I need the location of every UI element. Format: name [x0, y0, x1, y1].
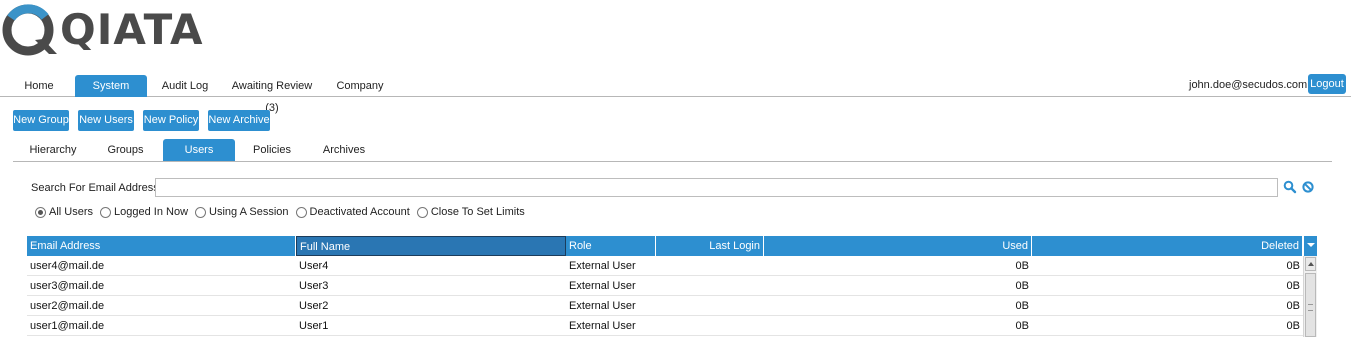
- cell-last-login: [656, 296, 764, 316]
- cell-deleted: 0B: [1286, 260, 1300, 272]
- filter-label: Using A Session: [209, 206, 289, 218]
- search-icon[interactable]: [1283, 180, 1297, 194]
- brand-wordmark: QIATA: [60, 5, 204, 54]
- new-policy-button[interactable]: New Policy: [143, 110, 199, 131]
- tab-awaiting-review[interactable]: Awaiting Review (3): [224, 75, 320, 114]
- scroll-thumb[interactable]: [1305, 273, 1316, 337]
- cell-full-name: User2: [299, 300, 329, 312]
- cell-email: user2@mail.de: [30, 300, 105, 312]
- cell-used: 0B: [1015, 260, 1029, 272]
- tab-archives[interactable]: Archives: [311, 139, 377, 161]
- cell-role: External User: [569, 260, 636, 272]
- cell-last-login: [656, 276, 764, 296]
- tab-home[interactable]: Home: [13, 75, 65, 97]
- tab-audit-log[interactable]: Audit Log: [157, 75, 213, 97]
- sub-nav: Hierarchy Groups Users Policies Archives: [13, 139, 1332, 162]
- cell-deleted: 0B: [1286, 280, 1300, 292]
- filter-deactivated-account[interactable]: Deactivated Account: [295, 206, 410, 218]
- logout-button[interactable]: Logout: [1308, 74, 1346, 94]
- clear-search-icon[interactable]: [1301, 180, 1315, 194]
- cell-last-login: [656, 316, 764, 336]
- column-header-full-name[interactable]: Full Name: [296, 236, 566, 256]
- cell-role: External User: [569, 300, 636, 312]
- user-email: john.doe@secudos.com: [1189, 79, 1308, 91]
- cell-used: 0B: [1015, 320, 1029, 332]
- cell-full-name: User4: [299, 260, 329, 272]
- cell-role: External User: [569, 280, 636, 292]
- column-header-used[interactable]: Used: [764, 236, 1032, 256]
- cell-full-name: User1: [299, 320, 329, 332]
- cell-deleted: 0B: [1286, 320, 1300, 332]
- filter-using-a-session[interactable]: Using A Session: [195, 206, 289, 218]
- tab-company[interactable]: Company: [332, 75, 388, 97]
- tab-system[interactable]: System: [75, 75, 147, 97]
- table-row[interactable]: user4@mail.de User4 External User 0B 0B: [27, 256, 1303, 276]
- cell-email: user4@mail.de: [30, 260, 105, 272]
- column-header-email[interactable]: Email Address: [27, 236, 296, 256]
- cell-full-name: User3: [299, 280, 329, 292]
- qiata-logo: QIATA: [2, 4, 202, 56]
- filter-all-users[interactable]: All Users: [35, 206, 93, 218]
- radio-all-users[interactable]: [35, 206, 46, 218]
- tab-groups[interactable]: Groups: [93, 139, 158, 161]
- filter-label: Logged In Now: [114, 206, 189, 218]
- tab-users[interactable]: Users: [163, 139, 235, 161]
- logo-q-icon: [2, 4, 57, 56]
- cell-used: 0B: [1015, 280, 1029, 292]
- radio-deactivated-account[interactable]: [295, 206, 307, 218]
- tab-hierarchy[interactable]: Hierarchy: [18, 139, 88, 161]
- new-users-button[interactable]: New Users: [78, 110, 134, 131]
- radio-logged-in-now[interactable]: [100, 206, 112, 218]
- scroll-up-arrow-icon[interactable]: [1305, 257, 1316, 271]
- column-header-last-login[interactable]: Last Login: [656, 236, 764, 256]
- cell-email: user3@mail.de: [30, 280, 105, 292]
- search-input[interactable]: [155, 178, 1278, 197]
- filter-label: Deactivated Account: [309, 206, 410, 218]
- filter-label: Close To Set Limits: [430, 206, 525, 218]
- column-menu-icon[interactable]: [1303, 236, 1317, 256]
- table-row[interactable]: user3@mail.de User3 External User 0B 0B: [27, 276, 1303, 296]
- user-filter-group: All Users Logged In Now Using A Session …: [35, 205, 532, 219]
- filter-label: All Users: [49, 206, 94, 218]
- table-header: Email Address Full Name Role Last Login …: [27, 236, 1317, 256]
- radio-using-a-session[interactable]: [195, 206, 207, 218]
- column-header-deleted[interactable]: Deleted: [1032, 236, 1303, 256]
- column-header-role[interactable]: Role: [566, 236, 656, 256]
- tab-policies[interactable]: Policies: [239, 139, 305, 161]
- cell-role: External User: [569, 320, 636, 332]
- filter-close-to-set-limits[interactable]: Close To Set Limits: [416, 206, 525, 218]
- table-row[interactable]: user1@mail.de User1 External User 0B 0B: [27, 316, 1303, 336]
- main-nav: Home System Audit Log Awaiting Review (3…: [0, 74, 1351, 114]
- search-label: Search For Email Address :: [31, 182, 165, 194]
- users-table: Email Address Full Name Role Last Login …: [27, 236, 1317, 337]
- radio-close-to-set-limits[interactable]: [416, 206, 428, 218]
- table-row[interactable]: user2@mail.de User2 External User 0B 0B: [27, 296, 1303, 316]
- cell-email: user1@mail.de: [30, 320, 105, 332]
- table-scrollbar[interactable]: [1303, 256, 1317, 337]
- filter-logged-in-now[interactable]: Logged In Now: [100, 206, 188, 218]
- cell-deleted: 0B: [1286, 300, 1300, 312]
- cell-last-login: [656, 256, 764, 276]
- new-archive-button[interactable]: New Archive: [208, 110, 270, 131]
- table-body: user4@mail.de User4 External User 0B 0B …: [27, 256, 1303, 336]
- new-group-button[interactable]: New Group: [13, 110, 69, 131]
- cell-used: 0B: [1015, 300, 1029, 312]
